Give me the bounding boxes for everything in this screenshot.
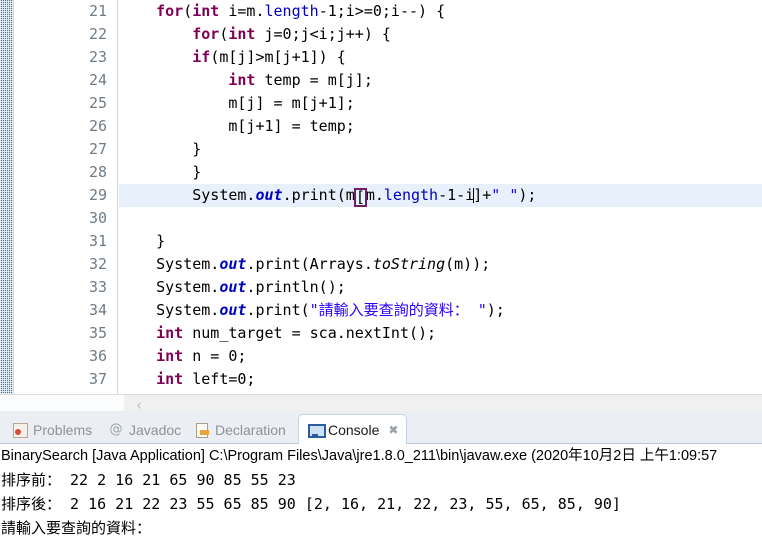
- java-editor[interactable]: 21 22 23 24 25 26 27 28 29 30 31 32 33 3…: [0, 0, 762, 419]
- editor-vertical-scrollbar[interactable]: [0, 0, 14, 394]
- declaration-icon: [194, 422, 210, 438]
- line-number: 37: [88, 370, 107, 388]
- line-number: 29: [88, 186, 107, 204]
- code-line-25[interactable]: m[j] = m[j+1];: [119, 92, 762, 115]
- code-line-27[interactable]: }: [119, 138, 762, 161]
- code-line-31[interactable]: }: [119, 230, 762, 253]
- code-line-32[interactable]: System.out.print(Arrays.toString(m));: [119, 253, 762, 276]
- close-icon[interactable]: ✖: [388, 422, 398, 438]
- tab-javadoc[interactable]: @ Javadoc: [100, 415, 189, 444]
- code-line-35[interactable]: int num_target = sca.nextInt();: [119, 322, 762, 345]
- console-launch-config-line: BinarySearch [Java Application] C:\Progr…: [1, 448, 718, 464]
- code-line-29-current[interactable]: System.out.print(m[m.length-1-i]+" ");: [119, 184, 762, 207]
- line-number: 25: [88, 94, 107, 112]
- tab-console-label: Console: [328, 421, 380, 438]
- code-line-33[interactable]: System.out.println();: [119, 276, 762, 299]
- editor-line-number-gutter: 21 22 23 24 25 26 27 28 29 30 31 32 33 3…: [14, 0, 118, 394]
- line-number: 28: [88, 163, 107, 181]
- line-number: 26: [88, 117, 107, 135]
- code-line-37[interactable]: int left=0;: [119, 368, 762, 391]
- tab-javadoc-label: Javadoc: [129, 421, 182, 438]
- bracket-match-highlight: [: [353, 188, 367, 207]
- problems-icon: [12, 422, 28, 438]
- console-output-line: 排序前： 22 2 16 21 65 90 85 55 23: [1, 471, 296, 489]
- console-view: Problems @ Javadoc Declaration Console ✖…: [0, 411, 762, 547]
- line-number: 21: [88, 2, 107, 20]
- line-number: 23: [88, 48, 107, 66]
- code-line-21[interactable]: for(int i=m.length-1;i>=0;i--) {: [119, 0, 762, 23]
- line-number: 30: [88, 209, 107, 227]
- tab-problems-label: Problems: [33, 421, 93, 438]
- line-number: 31: [88, 232, 107, 250]
- code-line-26[interactable]: m[j+1] = temp;: [119, 115, 762, 138]
- line-number: 27: [88, 140, 107, 158]
- code-line-36[interactable]: int n = 0;: [119, 345, 762, 368]
- console-output-line: 請輸入要查詢的資料：: [1, 519, 152, 537]
- view-tab-bar: Problems @ Javadoc Declaration Console ✖: [0, 411, 762, 444]
- tab-declaration[interactable]: Declaration: [186, 415, 294, 444]
- tab-console[interactable]: Console ✖: [298, 414, 408, 444]
- code-line-30[interactable]: [119, 207, 762, 230]
- console-output-area[interactable]: BinarySearch [Java Application] C:\Progr…: [0, 444, 762, 547]
- console-output-line: 排序後： 2 16 21 22 23 55 65 85 90 [2, 16, 2…: [1, 495, 621, 513]
- code-line-34[interactable]: System.out.print("請輸入要查詢的資料： ");: [119, 299, 762, 322]
- line-number: 32: [88, 255, 107, 273]
- line-number: 22: [88, 25, 107, 43]
- code-text-area[interactable]: for(int i=m.length-1;i>=0;i--) { for(int…: [119, 0, 762, 394]
- code-line-23[interactable]: if(m[j]>m[j+1]) {: [119, 46, 762, 69]
- line-number: 36: [88, 347, 107, 365]
- tab-declaration-label: Declaration: [215, 421, 286, 438]
- javadoc-icon: @: [109, 421, 123, 437]
- line-number: 33: [88, 278, 107, 296]
- line-number: 35: [88, 324, 107, 342]
- line-number: 24: [88, 71, 107, 89]
- line-number: 34: [88, 301, 107, 319]
- console-icon: [307, 422, 326, 438]
- tab-problems[interactable]: Problems: [4, 415, 100, 444]
- eclipse-ide-window: 21 22 23 24 25 26 27 28 29 30 31 32 33 3…: [0, 0, 762, 547]
- code-line-28[interactable]: }: [119, 161, 762, 184]
- code-line-22[interactable]: for(int j=0;j<i;j++) {: [119, 23, 762, 46]
- code-line-24[interactable]: int temp = m[j];: [119, 69, 762, 92]
